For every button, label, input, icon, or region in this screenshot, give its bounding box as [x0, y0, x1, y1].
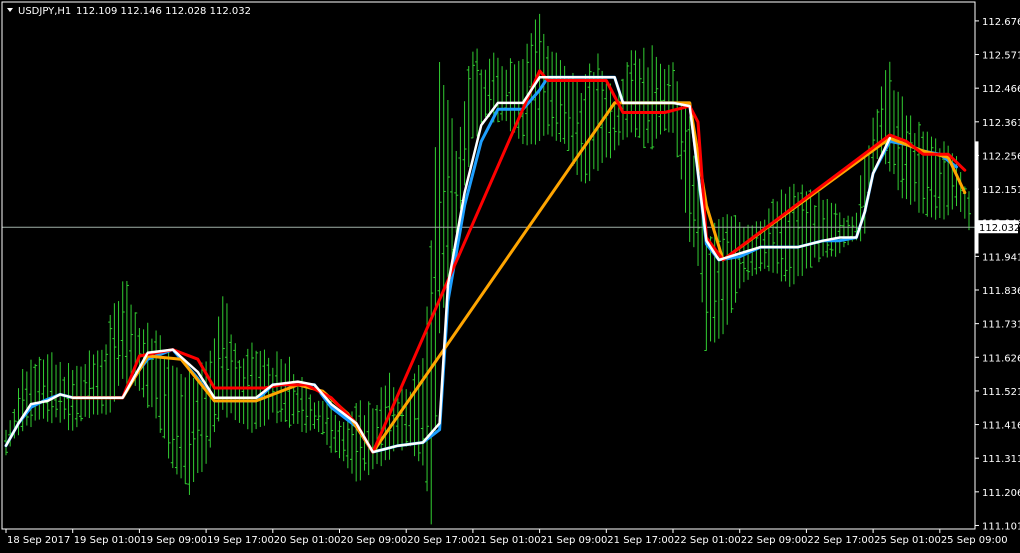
time-tick-label: 22 Sep 01:00 — [674, 535, 741, 546]
time-tick-label: 25 Sep 01:00 — [874, 535, 941, 546]
time-tick-label: 21 Sep 17:00 — [607, 535, 674, 546]
price-tick-label: 112.466 — [982, 84, 1020, 95]
time-axis[interactable]: 18 Sep 2017 19 Sep 01:00 19 Sep 09:00 19 Se… — [5, 529, 1008, 546]
bid-price-label: 112.032 — [979, 223, 1020, 234]
time-tick-label: 19 Sep 01:00 — [74, 535, 141, 546]
price-tick-label: 112.361 — [982, 118, 1020, 129]
time-tick-label: 22 Sep 17:00 — [807, 535, 874, 546]
time-tick-label: 19 Sep 17:00 — [207, 535, 274, 546]
time-tick-label: 22 Sep 09:00 — [741, 535, 808, 546]
price-tick-label: 112.571 — [982, 51, 1020, 62]
time-tick-label: 21 Sep 01:00 — [474, 535, 541, 546]
ohlc-values: 112.109 112.146 112.028 112.032 — [76, 6, 251, 17]
plot-frame — [1, 1, 976, 530]
time-tick-label: 20 Sep 17:00 — [407, 535, 474, 546]
candles-layer — [4, 13, 971, 525]
time-tick-label: 18 Sep 2017 — [7, 535, 70, 546]
price-tick-label: 111.626 — [982, 353, 1020, 364]
indicator-line-0 — [4, 75, 958, 454]
price-tick-label: 111.731 — [982, 320, 1020, 331]
chart-window[interactable]: 112.676 112.571 112.466 112.361 112.256 112.1… — [0, 0, 1020, 549]
chart-header: USDJPY,H1 112.109 112.146 112.028 112.03… — [7, 6, 251, 17]
price-tick-label: 112.256 — [982, 151, 1020, 162]
price-tick-label: 111.206 — [982, 488, 1020, 499]
symbol-label: USDJPY,H1 — [18, 6, 71, 17]
price-chart[interactable]: 112.676 112.571 112.466 112.361 112.256 112.1… — [0, 0, 1020, 549]
time-tick-label: 20 Sep 09:00 — [341, 535, 408, 546]
price-tick-label: 112.151 — [982, 185, 1020, 196]
price-tick-label: 111.311 — [982, 454, 1020, 465]
time-tick-label: 21 Sep 09:00 — [541, 535, 608, 546]
price-tick-label: 112.676 — [982, 17, 1020, 28]
chart-menu-triangle-icon[interactable] — [7, 8, 13, 12]
time-tick-label: 19 Sep 09:00 — [140, 535, 207, 546]
price-tick-label: 111.101 — [982, 521, 1020, 532]
price-tick-label: 111.416 — [982, 421, 1020, 432]
indicator-lines-layer — [4, 69, 967, 454]
price-tick-label: 111.941 — [982, 252, 1020, 263]
time-tick-label: 25 Sep 09:00 — [941, 535, 1008, 546]
price-tick-label: 111.521 — [982, 387, 1020, 398]
price-axis[interactable]: 112.676 112.571 112.466 112.361 112.256 112.1… — [975, 17, 1020, 533]
time-tick-label: 20 Sep 01:00 — [274, 535, 341, 546]
price-tick-label: 111.836 — [982, 286, 1020, 297]
bid-price-label-group: 112.032 — [976, 220, 1020, 234]
